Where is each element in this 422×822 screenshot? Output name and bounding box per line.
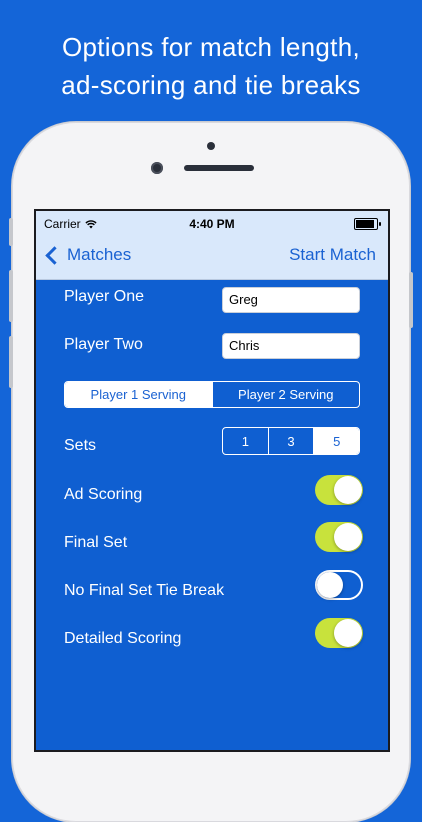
segment-player-1-serving[interactable]: Player 1 Serving (65, 382, 212, 407)
final-set-toggle[interactable] (315, 522, 363, 552)
battery-icon (354, 218, 381, 230)
final-set-label: Final Set (64, 534, 128, 551)
toggle-knob (334, 619, 362, 647)
app-screen: Carrier 4:40 PM Matches Start Match Play… (36, 211, 388, 750)
sets-label: Sets (64, 437, 97, 454)
toggle-knob (334, 476, 362, 504)
status-time: 4:40 PM (189, 217, 235, 231)
ad-scoring-toggle[interactable] (315, 475, 363, 505)
no-final-set-tie-break-toggle[interactable] (315, 570, 363, 600)
phone-side-button (9, 270, 13, 322)
toggle-knob (334, 523, 362, 551)
status-bar: Carrier 4:40 PM (36, 211, 388, 235)
headline-line-2: ad-scoring and tie breaks (61, 70, 361, 100)
no-final-set-tie-break-label: No Final Set Tie Break (64, 582, 225, 599)
player-two-row: Player Two Chris (36, 333, 388, 373)
player-two-label: Player Two (64, 336, 143, 353)
chevron-left-icon (45, 245, 64, 265)
back-button[interactable]: Matches (44, 245, 131, 265)
player-one-label: Player One (64, 288, 145, 305)
headline-line-1: Options for match length, (62, 32, 360, 62)
sets-segmented-control: 1 3 5 (222, 427, 360, 455)
phone-side-button (409, 272, 413, 328)
player-one-field[interactable]: Greg (222, 287, 360, 313)
earpiece-speaker (184, 165, 254, 171)
serving-segmented-control: Player 1 Serving Player 2 Serving (64, 381, 360, 408)
segment-sets-3[interactable]: 3 (267, 428, 314, 454)
detailed-scoring-toggle[interactable] (315, 618, 363, 648)
front-sensor (207, 142, 215, 150)
toggle-knob (317, 572, 343, 598)
marketing-headline: Options for match length, ad-scoring and… (0, 28, 422, 104)
start-match-button[interactable]: Start Match (289, 245, 376, 265)
segment-sets-5[interactable]: 5 (313, 428, 359, 454)
phone-side-button (9, 336, 13, 388)
back-button-label: Matches (67, 245, 132, 264)
navigation-bar: Matches Start Match (36, 235, 388, 280)
phone-side-button (9, 218, 13, 246)
segment-sets-1[interactable]: 1 (223, 428, 268, 454)
detailed-scoring-label: Detailed Scoring (64, 630, 182, 647)
player-two-field[interactable]: Chris (222, 333, 360, 359)
ad-scoring-label: Ad Scoring (64, 486, 143, 503)
player-one-row: Player One Greg (36, 285, 388, 325)
segment-player-2-serving[interactable]: Player 2 Serving (211, 382, 360, 407)
front-camera (151, 162, 163, 174)
